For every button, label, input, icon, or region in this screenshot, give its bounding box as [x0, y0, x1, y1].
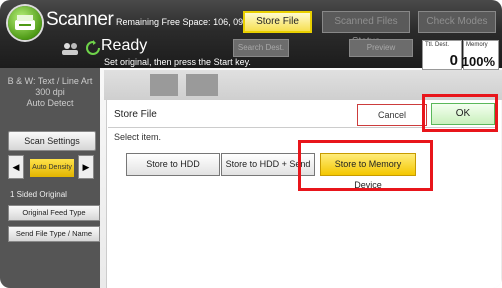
ttl-dest-label: Ttl. Dest. — [425, 42, 450, 48]
auto-density-button[interactable]: Auto Density — [30, 159, 74, 177]
memory-counter: Memory 100% — [461, 40, 499, 70]
density-right-arrow-icon[interactable]: ▶ — [78, 155, 94, 179]
dialog-title: Store File — [114, 109, 157, 120]
scan-mode-line: B & W: Text / Line Art — [7, 76, 93, 86]
app-title: Scanner — [46, 9, 114, 30]
memory-device-highlight-box — [298, 140, 433, 191]
search-dest-button[interactable]: Search Dest. — [233, 39, 289, 57]
resolution-line: 300 dpi — [35, 87, 65, 97]
free-space-label: Remaining Free Space: — [116, 17, 211, 27]
ttl-dest-value: 0 — [449, 52, 458, 69]
scanner-screen: Scanner Remaining Free Space: 106, 09MB … — [0, 0, 502, 288]
send-file-type-button[interactable]: Send File Type / Name — [8, 226, 100, 242]
tab-store-file[interactable]: Store File — [243, 11, 312, 33]
memory-label: Memory — [466, 42, 488, 48]
cancel-button[interactable]: Cancel — [357, 104, 427, 126]
status-hint: Set original, then press the Start key. — [104, 57, 251, 67]
ok-highlight-box — [422, 94, 498, 132]
refresh-icon — [86, 40, 100, 61]
original-feed-type-button[interactable]: Original Feed Type — [8, 205, 100, 221]
free-space-readout: Remaining Free Space: 106, 09MB — [116, 17, 257, 27]
user-icon — [60, 42, 80, 61]
preview-button[interactable]: Preview — [349, 39, 413, 57]
ghost-tab-1 — [150, 74, 178, 96]
tab-check-modes[interactable]: Check Modes — [418, 11, 496, 33]
density-control: ◀ Auto Density ▶ — [8, 155, 96, 179]
ghost-tab-2 — [186, 74, 218, 96]
memory-value: 100% — [461, 54, 495, 69]
tab-scanned-files-status[interactable]: Scanned Files Status — [322, 11, 410, 47]
store-to-hdd-button[interactable]: Store to HDD — [126, 153, 220, 176]
detect-line: Auto Detect — [26, 98, 74, 108]
status-ready: Ready — [101, 37, 148, 54]
scanner-logo-icon — [8, 6, 42, 40]
original-type-label: 1 Sided Original — [10, 190, 67, 199]
scan-mode-summary: B & W: Text / Line Art 300 dpi Auto Dete… — [0, 76, 100, 109]
scan-settings-button[interactable]: Scan Settings — [8, 131, 96, 151]
density-left-arrow-icon[interactable]: ◀ — [8, 155, 24, 179]
total-destinations-counter: Ttl. Dest. 0 — [422, 40, 462, 70]
dialog-instruction: Select item. — [114, 132, 162, 142]
